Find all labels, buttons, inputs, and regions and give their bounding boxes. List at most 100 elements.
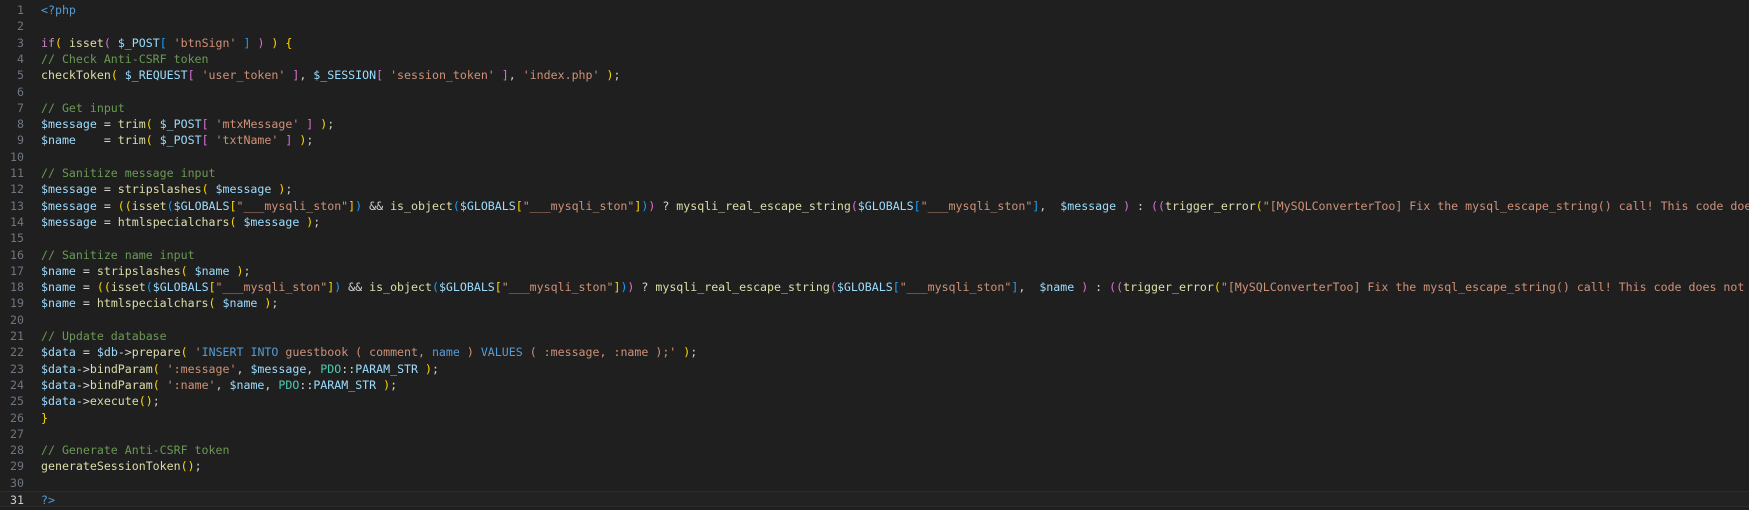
code-token: : [1130,198,1152,213]
code-text[interactable]: $message = ((isset($GLOBALS["___mysqli_s… [41,198,1749,214]
code-token: $_POST [159,117,202,132]
code-line[interactable]: 8 $message = trim( $_POST[ 'mtxMessage' ]… [0,116,1749,132]
code-token: = [96,182,118,197]
code-token: $GLOBALS [459,198,516,213]
code-line[interactable]: 16 // Sanitize name input [0,247,1749,263]
code-line[interactable]: 18 $name = ((isset($GLOBALS["___mysqli_st… [0,279,1749,295]
code-text[interactable]: $message = htmlspecialchars( $message ); [41,214,320,230]
code-token: $GLOBALS [173,198,230,213]
code-line[interactable]: 22 $data = $db->prepare( 'INSERT INTO gue… [0,344,1749,360]
code-line[interactable]: 13 $message = ((isset($GLOBALS["___mysqli… [0,198,1749,214]
code-line[interactable]: 6 [0,84,1749,100]
code-token: , [508,68,523,83]
code-line[interactable]: 5 checkToken( $_REQUEST[ 'user_token' ], … [0,67,1749,83]
code-token: ':name' [166,377,216,392]
code-token: ( [208,296,223,311]
code-token: $message [41,214,97,229]
code-line[interactable]: 21 // Update database [0,328,1749,344]
code-token: ( [180,345,195,360]
code-token: ( [850,198,858,213]
code-token: 'txtName' [215,133,279,148]
code-token: stripslashes [96,263,181,278]
code-line[interactable]: 30 [0,475,1749,491]
code-line[interactable]: 11 // Sanitize message input [0,165,1749,181]
code-line[interactable]: 15 [0,230,1749,246]
code-editor[interactable]: 1 <?php 2 3 if( isset( $_POST[ 'btnSign' ] )… [0,0,1749,510]
code-token: ] [494,68,509,83]
code-line[interactable]: 7 // Get input [0,100,1749,116]
code-text[interactable]: } [41,410,48,426]
code-token: ( [229,214,244,229]
code-text[interactable]: $message = stripslashes( $message ); [41,181,292,197]
code-token: () [138,394,153,409]
code-text[interactable]: $data->execute(); [41,393,160,409]
code-line[interactable]: 28 // Generate Anti-CSRF token [0,442,1749,458]
code-line[interactable]: 20 [0,312,1749,328]
code-text[interactable]: $name = stripslashes( $name ); [41,263,250,279]
line-number: 6 [17,84,24,99]
code-text[interactable]: // Sanitize message input [41,165,216,181]
code-line[interactable]: 27 [0,426,1749,442]
code-token: is_object [390,198,453,213]
code-line[interactable]: 24 $data->bindParam( ':name', $name, PDO:… [0,377,1749,393]
code-token: ; [152,394,160,409]
code-text[interactable]: // Get input [41,100,125,116]
code-token: = [96,214,118,229]
code-line[interactable]: 31 ?> [0,491,1749,508]
code-token: ( [1255,198,1263,213]
code-line[interactable]: 1 <?php [0,2,1749,18]
code-token: isset [68,35,104,50]
code-token: [ [494,280,502,295]
code-line[interactable]: 23 $data->bindParam( ':message', $message… [0,361,1749,377]
code-line[interactable]: 19 $name = htmlspecialchars( $name ); [0,295,1749,311]
code-token: ( [145,280,153,295]
code-token: ( [103,35,118,50]
code-token: ) [250,35,265,50]
code-line[interactable]: 2 [0,18,1749,34]
code-text[interactable]: <?php [41,2,76,18]
code-token: "___mysqli_ston" [236,198,349,213]
code-text[interactable]: $name = htmlspecialchars( $name ); [41,295,278,311]
code-text[interactable]: $data = $db->prepare( 'INSERT INTO guest… [41,344,697,360]
code-token: is_object [369,280,432,295]
code-token: prepare [131,345,181,360]
code-text[interactable]: $data->bindParam( ':name', $name, PDO::P… [41,377,397,393]
line-number: 18 [10,280,24,295]
code-line[interactable]: 25 $data->execute(); [0,393,1749,409]
code-token: "[MySQLConverterToo] Fix the mysql_escap… [1220,280,1749,295]
code-text[interactable]: $name = trim( $_POST[ 'txtName' ] ); [41,132,313,148]
code-line[interactable]: 10 [0,149,1749,165]
code-line[interactable]: 17 $name = stripslashes( $name ); [0,263,1749,279]
code-text[interactable]: $name = ((isset($GLOBALS["___mysqli_ston… [41,279,1749,295]
code-line[interactable]: 4 // Check Anti-CSRF token [0,51,1749,67]
code-text[interactable]: $data->bindParam( ':message', $message, … [41,361,439,377]
code-token: = [96,198,118,213]
code-token: $name [41,280,76,295]
code-line[interactable]: 29 generateSessionToken(); [0,458,1749,474]
code-token: generateSessionToken [41,459,181,474]
code-line[interactable]: 26} [0,410,1749,426]
code-token: [ [913,198,921,213]
line-number: 9 [17,133,24,148]
code-text[interactable]: // Generate Anti-CSRF token [41,442,229,458]
code-token: ] [236,35,251,50]
code-text[interactable]: // Sanitize name input [41,247,195,263]
line-number: 5 [17,68,24,83]
code-text[interactable]: generateSessionToken(); [41,458,202,474]
code-token: mysqli_real_escape_string [655,280,830,295]
code-line[interactable]: 3 if( isset( $_POST[ 'btnSign' ] ) ) { [0,35,1749,51]
code-token: VALUES [480,345,523,360]
code-text[interactable]: if( isset( $_POST[ 'btnSign' ] ) ) { [41,35,292,51]
code-text[interactable]: // Check Anti-CSRF token [41,51,209,67]
code-token: $name [41,263,76,278]
code-line[interactable]: 12 $message = stripslashes( $message ); [0,181,1749,197]
code-text[interactable]: ?> [41,492,55,508]
code-text[interactable]: // Update database [41,328,167,344]
code-token: :: [299,377,314,392]
code-token: ) [229,263,244,278]
code-line[interactable]: 14 $message = htmlspecialchars( $message … [0,214,1749,230]
code-line[interactable]: 9 $name = trim( $_POST[ 'txtName' ] ); [0,132,1749,148]
code-text[interactable]: checkToken( $_REQUEST[ 'user_token' ], $… [41,67,620,83]
code-token: ) [418,361,432,376]
code-text[interactable]: $message = trim( $_POST[ 'mtxMessage' ] … [41,116,334,132]
